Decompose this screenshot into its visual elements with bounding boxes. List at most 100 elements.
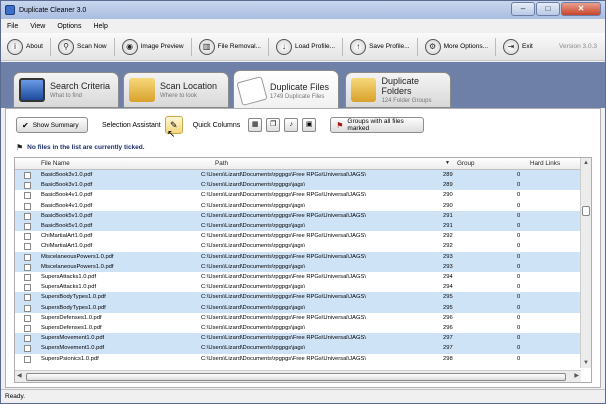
row-checkbox[interactable]: [24, 192, 31, 200]
cell-hard-links: 0: [517, 202, 521, 209]
scroll-left-icon[interactable]: ◀: [17, 372, 22, 379]
table-row[interactable]: ChiMartialArt1.0.pdf C:\Users\Lizard\Docu…: [15, 241, 581, 251]
image-preview-button[interactable]: ◉ Image Preview: [121, 38, 184, 55]
row-checkbox[interactable]: [24, 182, 31, 190]
table-row[interactable]: BasicBook5v1.0.pdf C:\Users\Lizard\Docume…: [15, 210, 581, 221]
cell-file-name: MiscelaneousPowers1.0.pdf: [41, 253, 114, 260]
menu-options[interactable]: Options: [57, 23, 81, 30]
cell-file-name: SupersMovement1.0.pdf: [41, 335, 105, 342]
table-row[interactable]: BasicBook4v1.0.pdf C:\Users\Lizard\Docume…: [15, 190, 581, 200]
tab-duplicate-folders[interactable]: Duplicate Folders 124 Folder Groups: [345, 72, 451, 108]
table-row[interactable]: BasicBook4v1.0.pdf C:\Users\Lizard\Docume…: [15, 201, 581, 211]
window-icon: ❐: [270, 121, 277, 128]
table-row[interactable]: SupersMovement1.0.pdf C:\Users\Lizard\Doc…: [15, 343, 581, 354]
show-summary-button[interactable]: ✔ Show Summary: [16, 117, 88, 133]
cell-path: C:\Users\Lizard\Documents\rpgpgs\Free RP…: [201, 274, 366, 280]
row-checkbox[interactable]: [24, 223, 31, 230]
version-label: Version 3.0.3: [559, 43, 597, 50]
scan-now-button[interactable]: ⚲ Scan Now: [58, 38, 107, 55]
tab-search-criteria[interactable]: Search Criteria What to find: [13, 72, 119, 108]
row-checkbox[interactable]: [24, 274, 31, 281]
table-row[interactable]: MiscelaneousPowers1.0.pdf C:\Users\Lizard…: [15, 251, 581, 262]
scroll-right-icon[interactable]: ▶: [574, 372, 579, 379]
row-checkbox[interactable]: [24, 314, 31, 322]
row-checkbox[interactable]: [24, 172, 31, 179]
column-path[interactable]: Path: [215, 160, 228, 167]
row-checkbox[interactable]: [24, 253, 31, 261]
table-row[interactable]: MiscelaneousPowers1.0.pdf C:\Users\Lizard…: [15, 261, 581, 272]
table-row[interactable]: SupersDefenses1.0.pdf C:\Users\Lizard\Doc…: [15, 323, 581, 333]
cell-hard-links: 0: [517, 212, 521, 219]
row-checkbox[interactable]: [24, 294, 31, 302]
save-profile-button[interactable]: ↑ Save Profile...: [350, 38, 410, 55]
horizontal-scroll-thumb[interactable]: [26, 373, 566, 381]
tab-scan-location[interactable]: Scan Location Where to look: [123, 72, 229, 108]
table-row[interactable]: SupersDefenses1.0.pdf C:\Users\Lizard\Doc…: [15, 313, 581, 323]
quick-column-music-button[interactable]: ♪: [284, 118, 299, 132]
scroll-up-icon[interactable]: ▲: [581, 158, 591, 168]
column-hard-links[interactable]: Hard Links: [530, 160, 560, 167]
table-row[interactable]: SupersAttacks1.0.pdf C:\Users\Lizard\Docu…: [15, 282, 581, 292]
about-button[interactable]: i About: [7, 38, 43, 55]
table-row[interactable]: BasicBook5v1.0.pdf C:\Users\Lizard\Docume…: [15, 221, 581, 232]
tab-duplicate-files[interactable]: Duplicate Files 1749 Duplicate Files: [233, 70, 339, 110]
toolbar-separator: [416, 37, 418, 56]
cell-path: C:\Users\Lizard\Documents\rpgpgs\jags\: [201, 243, 306, 250]
scroll-down-icon[interactable]: ▼: [581, 358, 591, 368]
quick-column-grid-button[interactable]: ▦: [248, 118, 263, 132]
cell-path: C:\Users\Lizard\Documents\rpgpgs\jags\: [201, 263, 306, 270]
menu-help[interactable]: Help: [93, 23, 107, 30]
cell-hard-links: 0: [517, 314, 521, 321]
table-row[interactable]: SupersBodyTypes1.0.pdf C:\Users\Lizard\Do…: [15, 292, 581, 303]
cell-group: 295: [443, 304, 453, 311]
table-row[interactable]: SupersAttacks1.0.pdf C:\Users\Lizard\Docu…: [15, 272, 581, 282]
info-icon: i: [7, 38, 23, 55]
horizontal-scrollbar[interactable]: ◀ ▶: [15, 370, 581, 382]
vertical-scrollbar[interactable]: ▲ ▼: [580, 158, 591, 368]
toolbar-separator: [267, 37, 269, 56]
toolbar-separator: [342, 37, 344, 56]
cell-path: C:\Users\Lizard\Documents\rpgpgs\jags\: [201, 202, 306, 209]
cell-path: C:\Users\Lizard\Documents\rpgpgs\jags\: [201, 325, 306, 331]
tab-strip: Search Criteria What to find Scan Locatio…: [1, 62, 605, 110]
minimize-button[interactable]: –: [511, 2, 535, 16]
column-group[interactable]: Group: [457, 160, 475, 167]
table-row[interactable]: BasicBook3v1.0.pdf C:\Users\Lizard\Docume…: [15, 170, 581, 181]
cell-path: C:\Users\Lizard\Documents\rpgpgs\jags\: [201, 284, 306, 291]
row-checkbox[interactable]: [24, 345, 31, 353]
image-icon: ▣: [305, 121, 313, 128]
column-file-name[interactable]: File Name: [41, 160, 70, 167]
table-row[interactable]: BasicBook3v1.0.pdf C:\Users\Lizard\Docume…: [15, 180, 581, 191]
load-profile-button[interactable]: ↓ Load Profile...: [275, 38, 335, 55]
close-button[interactable]: ✕: [561, 2, 601, 16]
file-removal-button[interactable]: ▥ File Removal...: [198, 38, 261, 55]
maximize-button[interactable]: □: [536, 2, 560, 16]
groups-all-marked-button[interactable]: ⚑ Groups with all files marked: [330, 117, 425, 133]
table-row[interactable]: SupersMovement1.0.pdf C:\Users\Lizard\Doc…: [15, 333, 581, 344]
cell-file-name: SupersAttacks1.0.pdf: [41, 274, 97, 280]
row-checkbox[interactable]: [24, 325, 31, 332]
row-checkbox[interactable]: [24, 212, 31, 220]
quick-column-window-button[interactable]: ❐: [266, 118, 281, 132]
row-checkbox[interactable]: [24, 304, 31, 312]
table-row[interactable]: SupersBodyTypes1.0.pdf C:\Users\Lizard\Do…: [15, 302, 581, 313]
row-checkbox[interactable]: [24, 263, 31, 271]
table-row[interactable]: SupersPsionics1.0.pdf C:\Users\Lizard\Doc…: [15, 354, 581, 364]
menu-file[interactable]: File: [7, 23, 18, 30]
window-title: Duplicate Cleaner 3.0: [19, 6, 87, 14]
scroll-thumb[interactable]: [582, 206, 590, 216]
row-checkbox[interactable]: [24, 233, 31, 241]
row-checkbox[interactable]: [24, 284, 31, 292]
exit-button[interactable]: ⇥ Exit: [503, 38, 533, 55]
cell-path: C:\Users\Lizard\Documents\rpgpgs\Free RP…: [201, 355, 366, 362]
row-checkbox[interactable]: [24, 202, 31, 210]
quick-column-image-button[interactable]: ▣: [302, 118, 317, 132]
row-checkbox[interactable]: [24, 243, 31, 251]
table-row[interactable]: ChiMartialArt1.0.pdf C:\Users\Lizard\Docu…: [15, 231, 581, 241]
row-checkbox[interactable]: [24, 335, 31, 343]
row-checkbox[interactable]: [24, 355, 31, 363]
quick-columns-label: Quick Columns: [192, 121, 241, 129]
more-options-button[interactable]: ⚙ More Options...: [424, 38, 488, 55]
duplicate-files-table: File Name Path ▼ Group Hard Links BasicB…: [14, 157, 592, 383]
menu-view[interactable]: View: [30, 23, 45, 30]
